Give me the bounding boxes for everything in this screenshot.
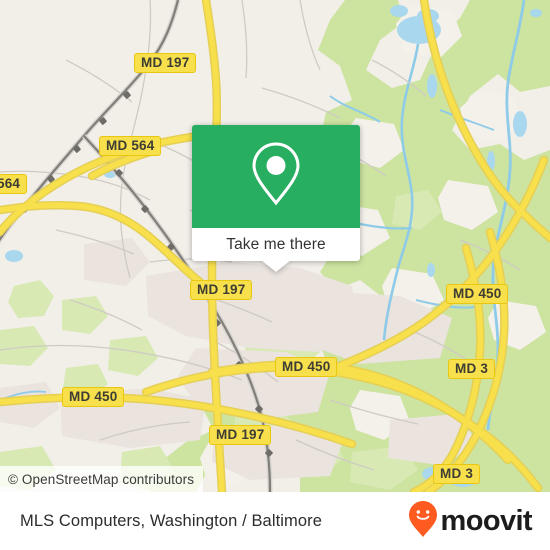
road-shield: MD 3: [448, 359, 496, 379]
osm-attribution[interactable]: © OpenStreetMap contributors: [0, 466, 204, 492]
road-shield: MD 197: [190, 280, 253, 300]
callout-image-area: [192, 125, 360, 228]
take-me-there-button[interactable]: Take me there: [226, 236, 326, 254]
road-shield: MD 450: [275, 357, 338, 377]
moovit-logo[interactable]: moovit: [408, 500, 533, 543]
bottom-bar: MLS Computers, Washington / Baltimore mo…: [0, 492, 550, 550]
road-shield: 564: [0, 174, 28, 194]
osm-attribution-text: © OpenStreetMap contributors: [8, 471, 195, 487]
callout-tail: [261, 260, 291, 272]
callout-action-area[interactable]: Take me there: [192, 228, 360, 272]
road-shield: MD 450: [446, 284, 509, 304]
moovit-pin-smiley-icon: [408, 500, 438, 543]
road-shield: MD 3: [433, 464, 481, 484]
place-title: MLS Computers, Washington / Baltimore: [20, 511, 323, 530]
map-screenshot: MD 197 MD 564 564 MD 197 MD 450 MD 450 M…: [0, 0, 550, 550]
road-shield: MD 564: [99, 136, 162, 156]
location-callout-card[interactable]: Take me there: [192, 125, 360, 272]
road-shield: MD 197: [209, 425, 272, 445]
moovit-wordmark: moovit: [440, 504, 533, 537]
road-shield: MD 450: [62, 387, 125, 407]
road-shield: MD 197: [134, 53, 197, 73]
map-pin-icon: [249, 141, 303, 212]
